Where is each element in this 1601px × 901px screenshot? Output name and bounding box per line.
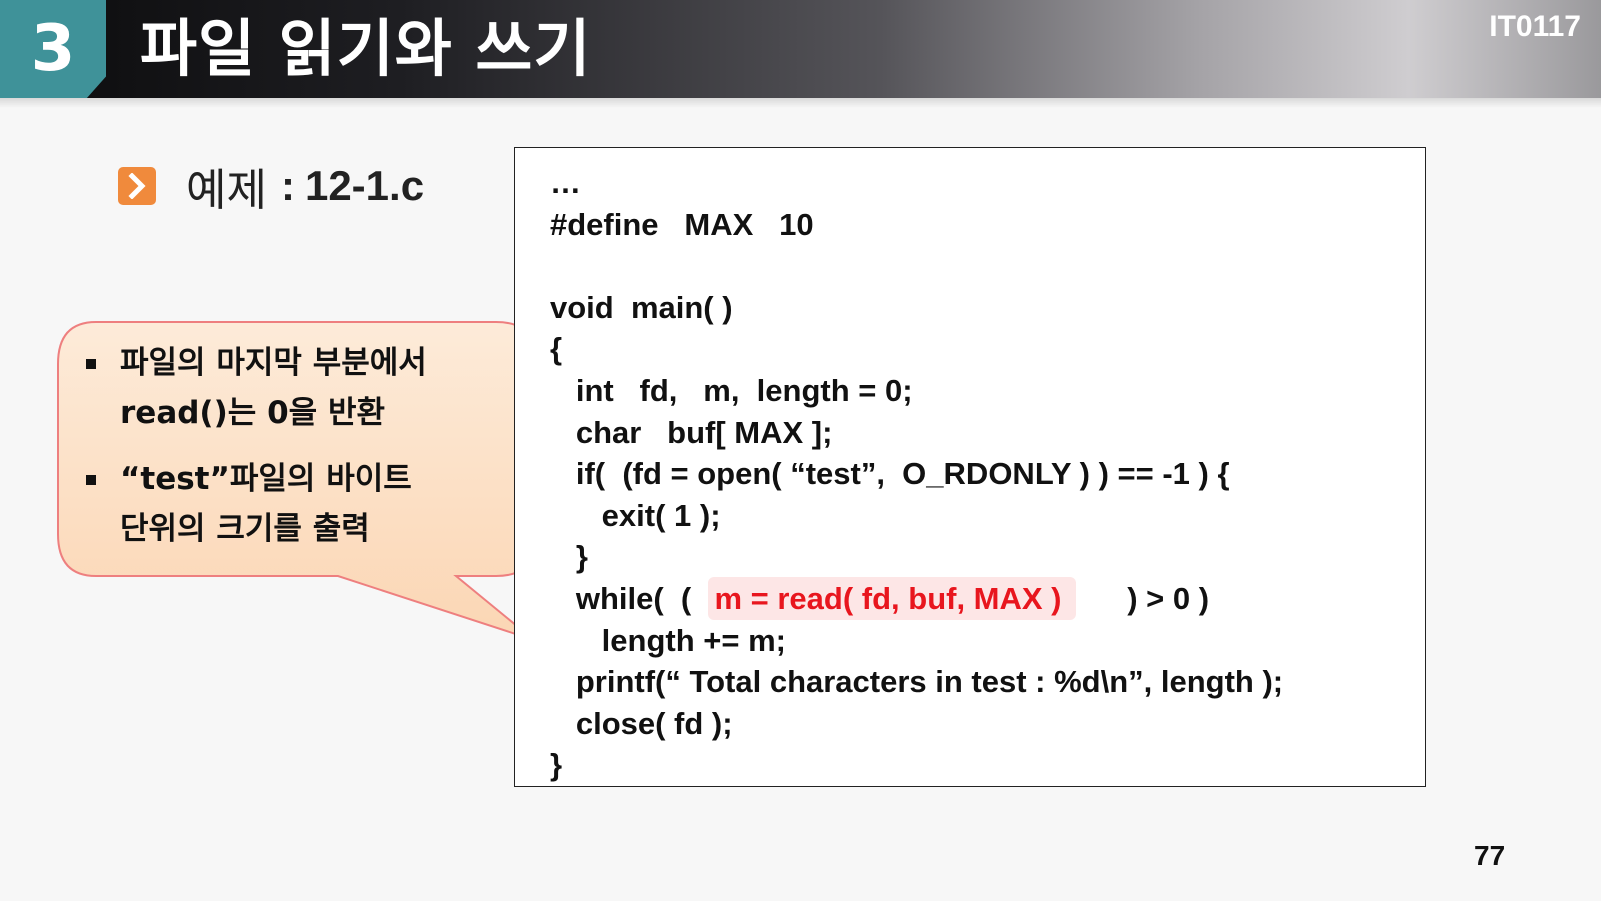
slide-title: 파일 읽기와 쓰기 [140,12,592,85]
slide-header: 3 파일 읽기와 쓰기 IT0117 [0,0,1601,98]
code-line: } [550,747,563,783]
example-label: 예제 [186,165,267,216]
code-line: close( fd ); [550,705,733,741]
callout-item: “test”파일의 바이트 단위의 크기를 출력 [82,454,512,554]
code-line: if( (fd = open( “test”, O_RDONLY ) ) == … [550,456,1230,492]
bullet [86,475,96,485]
highlighted-read-call: m = read( fd, buf, MAX ) [708,576,1076,620]
callout-line: “test”파일의 바이트 [120,461,412,497]
while-end: ) > 0 ) [1127,580,1210,616]
example-filename: 12-1.c [304,162,425,209]
code-line: { [550,331,563,367]
code-line: #define MAX 10 [550,206,814,242]
code-line: void main( ) [550,289,733,325]
chevron-right-icon [118,167,156,205]
code-line-while: while( ( m = read( fd, buf, MAX ) ) > 0 … [550,576,1283,620]
example-heading: 예제 : 12-1.c [118,158,425,216]
callout-item: 파일의 마지막 부분에서 read()는 0을 반환 [82,338,512,438]
code-line: … [550,165,581,200]
example-separator: : [280,162,295,209]
section-number: 3 [0,0,106,98]
page-number: 77 [1474,840,1506,871]
callout-line: read()는 0을 반환 [120,395,385,431]
code-listing: … #define MAX 10 void main( ) { int fd, … [550,162,1283,786]
code-line: printf(“ Total characters in test : %d\n… [550,664,1284,700]
callout-line: 파일의 마지막 부분에서 [120,345,427,381]
callout-line: 단위의 크기를 출력 [120,511,370,547]
header-shadow [0,98,1601,108]
callout-list: 파일의 마지막 부분에서 read()는 0을 반환 “test”파일의 바이트… [82,338,512,570]
course-code: IT0117 [1489,10,1581,43]
while-start: while( ( [550,580,692,616]
code-line: length += m; [550,622,786,658]
code-line: } [550,539,588,575]
code-line: char buf[ MAX ]; [550,414,833,450]
code-line: int fd, m, length = 0; [550,372,913,408]
bullet [86,359,96,369]
code-line: exit( 1 ); [550,497,721,533]
